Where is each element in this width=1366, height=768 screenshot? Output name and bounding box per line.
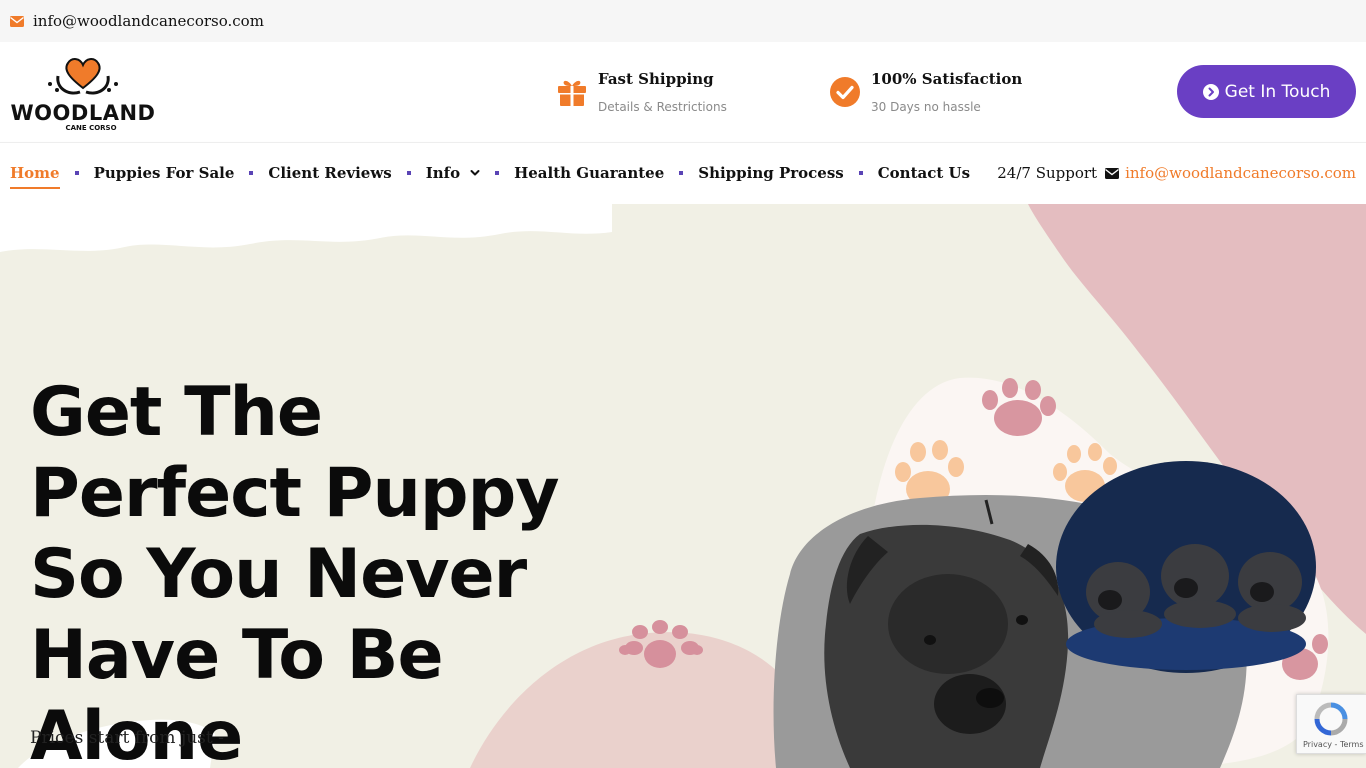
recaptcha-badge[interactable]: Privacy - Terms	[1296, 694, 1366, 754]
nav-menu: Home Puppies For Sale Client Reviews Inf…	[10, 143, 970, 203]
nav-item-shipping-process[interactable]: Shipping Process	[698, 164, 843, 182]
check-circle-icon	[830, 77, 860, 107]
nav-item-contact-us[interactable]: Contact Us	[878, 164, 970, 182]
nav-item-puppies-for-sale[interactable]: Puppies For Sale	[94, 164, 235, 182]
prices-text: Prices start from just -	[30, 728, 224, 748]
nav-item-info-label: Info	[425, 164, 461, 182]
nav-item-client-reviews[interactable]: Client Reviews	[268, 164, 391, 182]
nav-separator	[495, 171, 500, 175]
envelope-icon	[10, 15, 24, 27]
feature-title: Fast Shipping	[598, 70, 714, 88]
nav-separator	[406, 171, 411, 175]
support-email-link[interactable]: info@woodlandcanecorso.com	[1125, 164, 1356, 182]
logo-subtitle: CANE CORSO	[65, 124, 116, 132]
feature-title: 100% Satisfaction	[871, 70, 1023, 88]
recaptcha-links[interactable]: Privacy - Terms	[1303, 740, 1364, 749]
feature-satisfaction: 100% Satisfaction 30 Days no hassle	[829, 70, 1022, 114]
nav-separator	[858, 171, 863, 175]
envelope-icon	[1105, 167, 1120, 179]
hero-section: Get The Perfect Puppy So You Never Have …	[0, 204, 1366, 768]
site-logo[interactable]: WOODLAND CANE CORSO	[10, 50, 156, 134]
get-in-touch-label: Get In Touch	[1224, 81, 1331, 102]
feature-fast-shipping: Fast Shipping Details & Restrictions	[556, 70, 727, 114]
top-email-link[interactable]: info@woodlandcanecorso.com	[33, 12, 264, 30]
hero-headline: Get The Perfect Puppy So You Never Have …	[30, 373, 560, 768]
nav-separator	[249, 171, 254, 175]
nav-item-info[interactable]: Info	[426, 164, 480, 182]
feature-subtitle: 30 Days no hassle	[871, 100, 981, 114]
support-label: 24/7 Support	[997, 164, 1098, 182]
support-info: 24/7 Support info@woodlandcanecorso.com	[997, 143, 1356, 203]
main-nav: Home Puppies For Sale Client Reviews Inf…	[0, 142, 1366, 204]
chevron-down-icon	[470, 170, 480, 176]
recaptcha-logo-icon	[1314, 702, 1348, 736]
site-header: WOODLAND CANE CORSO Fast Shipping Detail…	[0, 42, 1366, 142]
nav-item-home[interactable]: Home	[10, 164, 60, 189]
get-in-touch-button[interactable]: Get In Touch	[1177, 65, 1356, 118]
gift-icon	[558, 80, 586, 106]
nav-separator	[74, 171, 79, 175]
top-bar: info@woodlandcanecorso.com	[0, 0, 1366, 42]
nav-separator	[679, 171, 684, 175]
feature-subtitle[interactable]: Details & Restrictions	[598, 100, 727, 114]
chevron-circle-right-icon	[1202, 83, 1219, 100]
logo-wordmark: WOODLAND	[11, 101, 156, 125]
nav-item-health-guarantee[interactable]: Health Guarantee	[514, 164, 664, 182]
